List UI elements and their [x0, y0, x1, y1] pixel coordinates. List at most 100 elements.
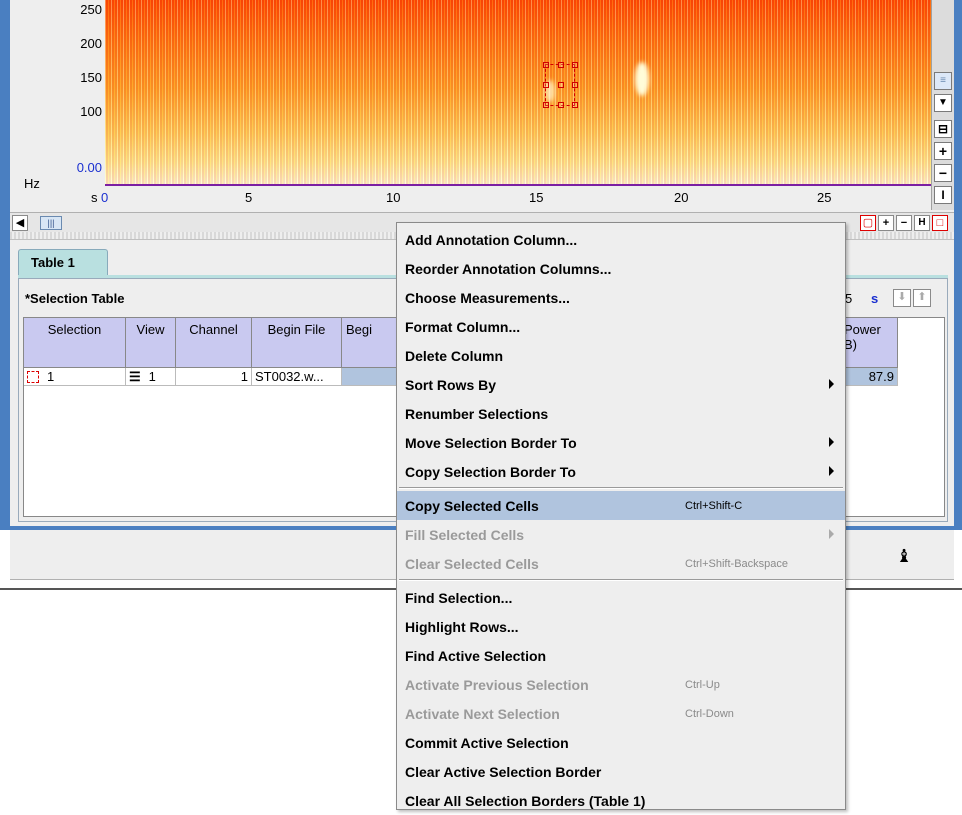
menu-item-copy-selected-cells[interactable]: Copy Selected Cells Ctrl+Shift-C: [397, 491, 845, 520]
scroll-down-icon[interactable]: ▼: [934, 94, 952, 112]
selection-border[interactable]: [543, 62, 578, 108]
table-cell-power[interactable]: 87.9: [842, 368, 898, 386]
x-tick-label: 5: [245, 190, 253, 205]
menu-separator: [399, 579, 843, 581]
tab-table-1[interactable]: Table 1: [18, 249, 108, 275]
menu-item-choose-measurements[interactable]: Choose Measurements...: [397, 283, 845, 312]
zoom-full-vertical-button[interactable]: I: [934, 186, 952, 204]
x-tick-label: 0: [101, 190, 109, 205]
move-up-icon[interactable]: ⬆: [913, 289, 931, 307]
selection-handle[interactable]: [558, 102, 564, 108]
menu-item-label: Format Column...: [405, 319, 521, 335]
menu-item-copy-selection-border-to[interactable]: Copy Selection Border To: [397, 457, 845, 486]
selection-handle[interactable]: [543, 82, 549, 88]
menu-item-delete-column[interactable]: Delete Column: [397, 341, 845, 370]
menu-item-clear-active-selection-border[interactable]: Clear Active Selection Border: [397, 757, 845, 786]
menu-item-label: Activate Next Selection: [405, 706, 560, 722]
menu-item-label: Highlight Rows...: [405, 619, 519, 635]
vertical-zoom-toolbar: ≡ ▼ ⊟ + − I: [931, 0, 954, 210]
menu-item-commit-active-selection[interactable]: Commit Active Selection: [397, 728, 845, 757]
menu-item-move-selection-border-to[interactable]: Move Selection Border To: [397, 428, 845, 457]
menu-item-sort-rows-by[interactable]: Sort Rows By: [397, 370, 845, 399]
menu-item-label: Copy Selection Border To: [405, 464, 576, 480]
zoom-out-horizontal-button[interactable]: −: [896, 215, 912, 231]
y-tick-label: 100: [80, 104, 102, 119]
y-tick-label: 150: [80, 70, 102, 85]
power-header-line2: B): [844, 337, 857, 352]
y-tick-label: 250: [80, 2, 102, 17]
column-header[interactable]: View: [126, 318, 176, 368]
menu-item-label: Activate Previous Selection: [405, 677, 589, 693]
selection-handle[interactable]: [543, 62, 549, 68]
menu-item-label: Delete Column: [405, 348, 504, 364]
menu-item-add-annotation-column[interactable]: Add Annotation Column...: [397, 225, 845, 254]
column-header[interactable]: Selection: [24, 318, 126, 368]
menu-item-highlight-rows[interactable]: Highlight Rows...: [397, 612, 845, 641]
menu-item-label: Sort Rows By: [405, 377, 497, 393]
menu-item-renumber-selections[interactable]: Renumber Selections: [397, 399, 845, 428]
move-down-icon[interactable]: ⬇: [893, 289, 911, 307]
column-header[interactable]: Channel: [176, 318, 252, 368]
zoom-in-vertical-button[interactable]: +: [934, 142, 952, 160]
column-header-power[interactable]: Power B): [842, 318, 898, 368]
menu-item-label: Clear All Selection Borders (Table 1): [405, 793, 646, 809]
menu-item-label: Fill Selected Cells: [405, 527, 525, 543]
time-value: 5: [845, 291, 853, 306]
spectrogram-view: 250 200 150 100 0.00 Hz s 0 5 10 15 20 2…: [10, 0, 954, 212]
zoom-out-vertical-button[interactable]: −: [934, 164, 952, 182]
submenu-arrow-icon: [829, 379, 834, 389]
selection-border-icon: [27, 371, 39, 383]
menu-item-reorder-annotation-columns[interactable]: Reorder Annotation Columns...: [397, 254, 845, 283]
x-tick-label: 15: [529, 190, 544, 205]
menu-item-label: Find Selection...: [405, 590, 513, 606]
y-tick-label: 0.00: [76, 160, 102, 175]
table-cell-selection[interactable]: 1: [24, 368, 126, 386]
bird-icon: ♝: [896, 546, 913, 566]
scroll-thumb[interactable]: |||: [40, 216, 62, 230]
submenu-arrow-icon: [829, 466, 834, 476]
menu-item-label: Find Active Selection: [405, 648, 547, 664]
selection-handle[interactable]: [558, 62, 564, 68]
menu-separator: [399, 487, 843, 489]
spectrogram-canvas[interactable]: [105, 0, 931, 184]
time-unit-label: s: [871, 291, 879, 306]
zoom-to-selection-h-icon[interactable]: ▢: [860, 215, 876, 231]
menu-item-shortcut: Ctrl-Up: [685, 679, 720, 691]
scroll-thumb[interactable]: ≡: [934, 72, 952, 90]
menu-item-format-column[interactable]: Format Column...: [397, 312, 845, 341]
x-axis: s 0 5 10 15 20 25: [91, 184, 931, 206]
selection-handle[interactable]: [572, 82, 578, 88]
menu-item-shortcut: Ctrl+Shift-C: [685, 500, 743, 512]
table-cell-channel[interactable]: 1: [176, 368, 252, 386]
selection-handle[interactable]: [572, 62, 578, 68]
y-axis: 250 200 150 100 0.00 Hz: [24, 0, 104, 191]
x-tick-label: 20: [674, 190, 689, 205]
menu-item-label: Clear Active Selection Border: [405, 764, 602, 780]
spectrogram-view-icon: ☰: [129, 369, 141, 384]
menu-item-label: Clear Selected Cells: [405, 556, 539, 572]
selection-handle[interactable]: [558, 82, 564, 88]
menu-item-label: Choose Measurements...: [405, 290, 570, 306]
table-cell-view[interactable]: ☰ 1: [126, 368, 176, 386]
menu-item-activate-previous-selection: Activate Previous Selection Ctrl-Up: [397, 670, 845, 699]
column-header[interactable]: Begin File: [252, 318, 342, 368]
menu-item-activate-next-selection: Activate Next Selection Ctrl-Down: [397, 699, 845, 728]
x-tick-label: 25: [817, 190, 832, 205]
column-header[interactable]: Begi: [342, 318, 402, 368]
menu-item-find-active-selection[interactable]: Find Active Selection: [397, 641, 845, 670]
zoom-full-horizontal-button[interactable]: H: [914, 215, 930, 231]
view-number: 1: [148, 369, 156, 384]
selection-view-icon[interactable]: □: [932, 215, 948, 231]
scroll-left-icon[interactable]: ◀: [12, 215, 28, 231]
y-tick-label: 200: [80, 36, 102, 51]
menu-item-find-selection[interactable]: Find Selection...: [397, 583, 845, 612]
spectrogram-bright-spot: [635, 62, 649, 96]
menu-item-clear-all-selection-borders-table-1[interactable]: Clear All Selection Borders (Table 1): [397, 786, 845, 815]
zoom-in-horizontal-button[interactable]: +: [878, 215, 894, 231]
menu-item-label: Copy Selected Cells: [405, 498, 539, 514]
y-unit-label: Hz: [24, 176, 40, 191]
table-cell-begin-file[interactable]: ST0032.w...: [252, 368, 342, 386]
selection-handle[interactable]: [543, 102, 549, 108]
selection-handle[interactable]: [572, 102, 578, 108]
zoom-to-selection-icon[interactable]: ⊟: [934, 120, 952, 138]
